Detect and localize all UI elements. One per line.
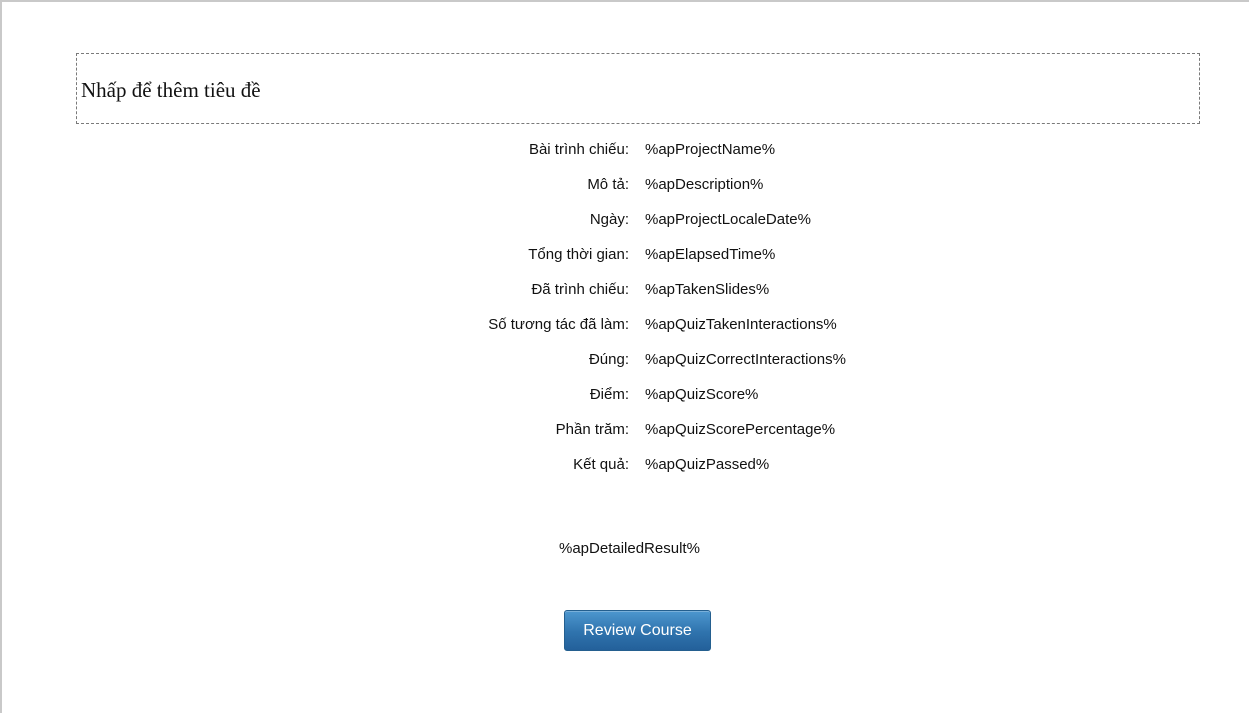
result-label: Ngày: <box>589 211 629 228</box>
review-course-button[interactable]: Review Course <box>564 610 711 651</box>
result-label: Số tương tác đã làm: <box>488 316 629 333</box>
quiz-results-table: Bài trình chiếu: %apProjectName% Mô tả: … <box>2 140 1249 490</box>
title-placeholder-text: Nhấp để thêm tiêu đề <box>81 78 261 102</box>
result-row-date: Ngày: %apProjectLocaleDate% <box>2 210 1249 245</box>
detailed-result: %apDetailedResult% <box>559 540 700 557</box>
result-row-taken-interactions: Số tương tác đã làm: %apQuizTakenInterac… <box>2 315 1249 350</box>
result-label: Kết quả: <box>573 456 629 473</box>
result-row-score-percentage: Phần trăm: %apQuizScorePercentage% <box>2 420 1249 455</box>
result-label: Đúng: <box>588 351 629 368</box>
result-value: %apQuizTakenInteractions% <box>645 316 837 333</box>
result-value: %apElapsedTime% <box>645 246 776 263</box>
result-value: %apQuizScorePercentage% <box>645 421 836 438</box>
result-row-description: Mô tả: %apDescription% <box>2 175 1249 210</box>
result-row-taken-slides: Đã trình chiếu: %apTakenSlides% <box>2 280 1249 315</box>
result-label: Bài trình chiếu: <box>528 141 629 158</box>
result-label: Tổng thời gian: <box>528 246 629 263</box>
result-value: %apDescription% <box>645 176 764 193</box>
result-value: %apQuizCorrectInteractions% <box>645 351 846 368</box>
result-row-passed: Kết quả: %apQuizPassed% <box>2 455 1249 490</box>
result-value: %apTakenSlides% <box>645 281 770 298</box>
result-label: Phần trăm: <box>555 421 629 438</box>
result-label: Đã trình chiếu: <box>531 281 629 298</box>
result-value: %apQuizPassed% <box>645 456 770 473</box>
title-placeholder[interactable]: Nhấp để thêm tiêu đề <box>76 53 1200 124</box>
result-row-score: Điểm: %apQuizScore% <box>2 385 1249 420</box>
result-label: Điểm: <box>589 386 629 403</box>
result-value: %apProjectName% <box>645 141 776 158</box>
result-label: Mô tả: <box>587 176 629 193</box>
result-row-project-name: Bài trình chiếu: %apProjectName% <box>2 140 1249 175</box>
result-value: %apProjectLocaleDate% <box>645 211 811 228</box>
slide-canvas: Nhấp để thêm tiêu đề Bài trình chiếu: %a… <box>0 0 1249 713</box>
result-row-elapsed-time: Tổng thời gian: %apElapsedTime% <box>2 245 1249 280</box>
result-value: %apQuizScore% <box>645 386 759 403</box>
result-row-correct-interactions: Đúng: %apQuizCorrectInteractions% <box>2 350 1249 385</box>
